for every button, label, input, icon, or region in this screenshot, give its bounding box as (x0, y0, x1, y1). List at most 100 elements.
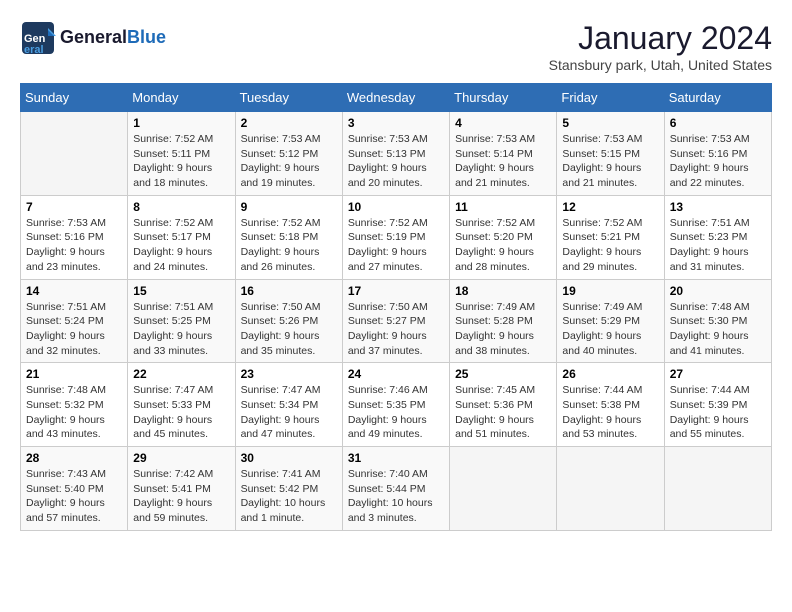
day-number: 27 (670, 367, 766, 381)
day-number: 2 (241, 116, 337, 130)
day-number: 21 (26, 367, 122, 381)
day-number: 30 (241, 451, 337, 465)
day-info: Sunrise: 7:49 AM Sunset: 5:29 PM Dayligh… (562, 300, 658, 359)
calendar-cell: 11Sunrise: 7:52 AM Sunset: 5:20 PM Dayli… (450, 195, 557, 279)
day-info: Sunrise: 7:49 AM Sunset: 5:28 PM Dayligh… (455, 300, 551, 359)
day-number: 9 (241, 200, 337, 214)
day-info: Sunrise: 7:53 AM Sunset: 5:13 PM Dayligh… (348, 132, 444, 191)
calendar-cell (21, 112, 128, 196)
day-info: Sunrise: 7:43 AM Sunset: 5:40 PM Dayligh… (26, 467, 122, 526)
weekday-header: Wednesday (342, 84, 449, 112)
calendar-cell: 19 Sunrise: 7:49 AM Sunset: 5:29 PM Dayli… (557, 279, 664, 363)
day-number: 6 (670, 116, 766, 130)
day-info: Sunrise: 7:41 AM Sunset: 5:42 PM Dayligh… (241, 467, 337, 526)
day-number: 12 (562, 200, 658, 214)
weekday-header: Saturday (664, 84, 771, 112)
day-number: 24 (348, 367, 444, 381)
logo-general: General (60, 27, 127, 47)
calendar-cell: 14Sunrise: 7:51 AM Sunset: 5:24 PM Dayli… (21, 279, 128, 363)
calendar-cell: 5 Sunrise: 7:53 AM Sunset: 5:15 PM Daylig… (557, 112, 664, 196)
day-info: Sunrise: 7:53 AM Sunset: 5:12 PM Dayligh… (241, 132, 337, 191)
calendar-week-row: 28 Sunrise: 7:43 AM Sunset: 5:40 PM Dayli… (21, 447, 772, 531)
calendar-cell (450, 447, 557, 531)
day-info: Sunrise: 7:45 AM Sunset: 5:36 PM Dayligh… (455, 383, 551, 442)
day-info: Sunrise: 7:52 AM Sunset: 5:20 PM Dayligh… (455, 216, 551, 275)
day-number: 7 (26, 200, 122, 214)
calendar-cell: 28 Sunrise: 7:43 AM Sunset: 5:40 PM Dayli… (21, 447, 128, 531)
calendar-cell: 9Sunrise: 7:52 AM Sunset: 5:18 PM Daylig… (235, 195, 342, 279)
day-info: Sunrise: 7:44 AM Sunset: 5:38 PM Dayligh… (562, 383, 658, 442)
calendar-cell: 24 Sunrise: 7:46 AM Sunset: 5:35 PM Dayli… (342, 363, 449, 447)
weekday-header: Sunday (21, 84, 128, 112)
day-info: Sunrise: 7:51 AM Sunset: 5:23 PM Dayligh… (670, 216, 766, 275)
weekday-row: SundayMondayTuesdayWednesdayThursdayFrid… (21, 84, 772, 112)
logo-icon: Gen eral (20, 20, 56, 56)
day-info: Sunrise: 7:53 AM Sunset: 5:14 PM Dayligh… (455, 132, 551, 191)
day-info: Sunrise: 7:50 AM Sunset: 5:27 PM Dayligh… (348, 300, 444, 359)
page-subtitle: Stansbury park, Utah, United States (549, 57, 772, 73)
calendar-cell: 30 Sunrise: 7:41 AM Sunset: 5:42 PM Dayli… (235, 447, 342, 531)
day-number: 5 (562, 116, 658, 130)
day-number: 22 (133, 367, 229, 381)
calendar-cell: 7 Sunrise: 7:53 AM Sunset: 5:16 PM Daylig… (21, 195, 128, 279)
day-info: Sunrise: 7:50 AM Sunset: 5:26 PM Dayligh… (241, 300, 337, 359)
page-header: Gen eral GeneralBlue January 2024 Stansb… (20, 20, 772, 73)
calendar-cell: 12 Sunrise: 7:52 AM Sunset: 5:21 PM Dayli… (557, 195, 664, 279)
calendar-body: 1 Sunrise: 7:52 AM Sunset: 5:11 PM Daylig… (21, 112, 772, 531)
day-info: Sunrise: 7:51 AM Sunset: 5:24 PM Dayligh… (26, 300, 122, 359)
calendar-cell: 2 Sunrise: 7:53 AM Sunset: 5:12 PM Daylig… (235, 112, 342, 196)
day-info: Sunrise: 7:53 AM Sunset: 5:16 PM Dayligh… (26, 216, 122, 275)
calendar-table: SundayMondayTuesdayWednesdayThursdayFrid… (20, 83, 772, 531)
day-number: 19 (562, 284, 658, 298)
calendar-cell: 17Sunrise: 7:50 AM Sunset: 5:27 PM Dayli… (342, 279, 449, 363)
day-number: 8 (133, 200, 229, 214)
calendar-cell: 16 Sunrise: 7:50 AM Sunset: 5:26 PM Dayli… (235, 279, 342, 363)
day-number: 28 (26, 451, 122, 465)
calendar-cell: 8 Sunrise: 7:52 AM Sunset: 5:17 PM Daylig… (128, 195, 235, 279)
day-number: 15 (133, 284, 229, 298)
day-number: 4 (455, 116, 551, 130)
calendar-cell (664, 447, 771, 531)
calendar-cell: 27Sunrise: 7:44 AM Sunset: 5:39 PM Dayli… (664, 363, 771, 447)
day-number: 3 (348, 116, 444, 130)
calendar-week-row: 21Sunrise: 7:48 AM Sunset: 5:32 PM Dayli… (21, 363, 772, 447)
day-info: Sunrise: 7:52 AM Sunset: 5:17 PM Dayligh… (133, 216, 229, 275)
logo: Gen eral GeneralBlue (20, 20, 166, 56)
day-number: 25 (455, 367, 551, 381)
calendar-header: SundayMondayTuesdayWednesdayThursdayFrid… (21, 84, 772, 112)
day-info: Sunrise: 7:52 AM Sunset: 5:21 PM Dayligh… (562, 216, 658, 275)
weekday-header: Tuesday (235, 84, 342, 112)
day-number: 1 (133, 116, 229, 130)
day-info: Sunrise: 7:42 AM Sunset: 5:41 PM Dayligh… (133, 467, 229, 526)
calendar-cell: 20 Sunrise: 7:48 AM Sunset: 5:30 PM Dayli… (664, 279, 771, 363)
day-info: Sunrise: 7:48 AM Sunset: 5:30 PM Dayligh… (670, 300, 766, 359)
calendar-cell: 23 Sunrise: 7:47 AM Sunset: 5:34 PM Dayli… (235, 363, 342, 447)
day-info: Sunrise: 7:53 AM Sunset: 5:16 PM Dayligh… (670, 132, 766, 191)
day-number: 23 (241, 367, 337, 381)
svg-text:eral: eral (24, 44, 44, 56)
calendar-cell (557, 447, 664, 531)
weekday-header: Friday (557, 84, 664, 112)
page-title: January 2024 (549, 20, 772, 57)
day-info: Sunrise: 7:52 AM Sunset: 5:11 PM Dayligh… (133, 132, 229, 191)
day-number: 31 (348, 451, 444, 465)
calendar-cell: 29 Sunrise: 7:42 AM Sunset: 5:41 PM Dayli… (128, 447, 235, 531)
day-number: 16 (241, 284, 337, 298)
weekday-header: Monday (128, 84, 235, 112)
calendar-cell: 26Sunrise: 7:44 AM Sunset: 5:38 PM Dayli… (557, 363, 664, 447)
day-number: 29 (133, 451, 229, 465)
day-number: 20 (670, 284, 766, 298)
calendar-cell: 21Sunrise: 7:48 AM Sunset: 5:32 PM Dayli… (21, 363, 128, 447)
calendar-cell: 15 Sunrise: 7:51 AM Sunset: 5:25 PM Dayli… (128, 279, 235, 363)
day-info: Sunrise: 7:47 AM Sunset: 5:34 PM Dayligh… (241, 383, 337, 442)
day-number: 10 (348, 200, 444, 214)
calendar-cell: 22 Sunrise: 7:47 AM Sunset: 5:33 PM Dayli… (128, 363, 235, 447)
logo-blue: Blue (127, 27, 166, 47)
day-info: Sunrise: 7:46 AM Sunset: 5:35 PM Dayligh… (348, 383, 444, 442)
calendar-cell: 6 Sunrise: 7:53 AM Sunset: 5:16 PM Daylig… (664, 112, 771, 196)
day-info: Sunrise: 7:51 AM Sunset: 5:25 PM Dayligh… (133, 300, 229, 359)
title-block: January 2024 Stansbury park, Utah, Unite… (549, 20, 772, 73)
day-info: Sunrise: 7:53 AM Sunset: 5:15 PM Dayligh… (562, 132, 658, 191)
day-info: Sunrise: 7:47 AM Sunset: 5:33 PM Dayligh… (133, 383, 229, 442)
calendar-cell: 25 Sunrise: 7:45 AM Sunset: 5:36 PM Dayli… (450, 363, 557, 447)
